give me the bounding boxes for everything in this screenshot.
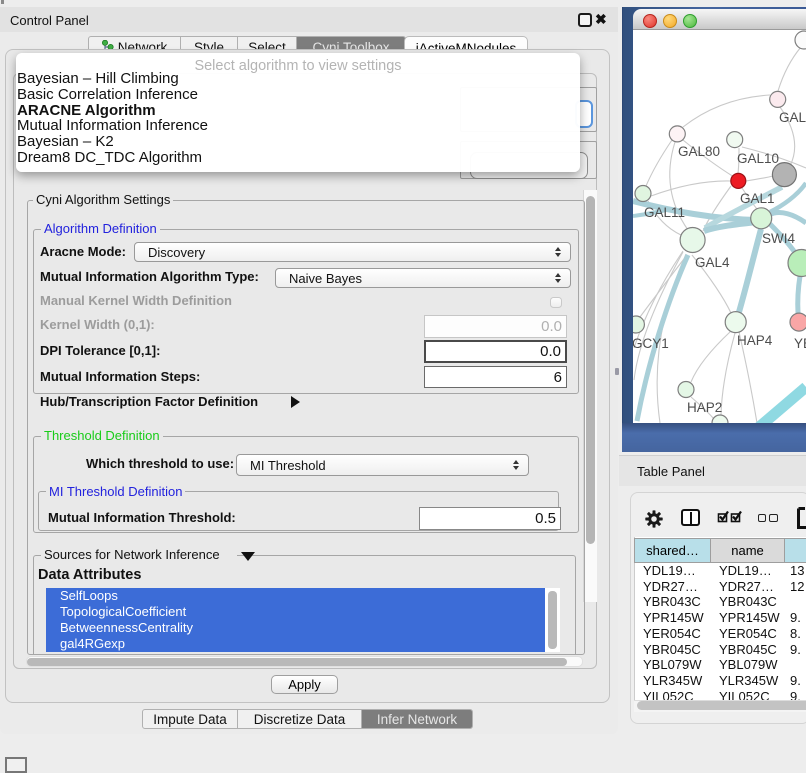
svg-text:GAL4: GAL4 [695,255,730,270]
svg-text:HAP2: HAP2 [687,400,722,415]
svg-text:GAL80: GAL80 [678,144,720,159]
svg-text:GAL11: GAL11 [644,205,685,220]
svg-text:GCY1: GCY1 [633,336,669,351]
svg-text:GAL7: GAL7 [779,110,806,125]
svg-text:HAP4: HAP4 [737,333,773,348]
svg-text:YB: YB [794,336,806,351]
svg-text:GAL1: GAL1 [740,191,775,206]
svg-text:SWI4: SWI4 [762,231,795,246]
svg-text:GAL10: GAL10 [737,151,779,166]
